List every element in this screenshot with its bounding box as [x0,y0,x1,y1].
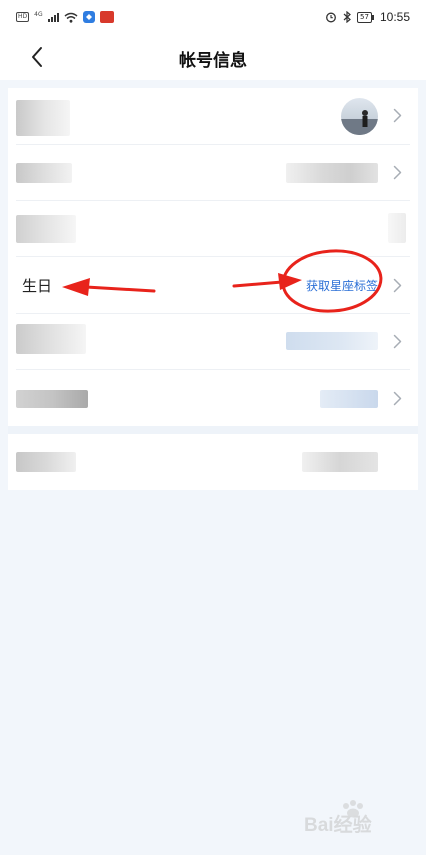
status-bar: HD 4G 57 10:55 [0,0,426,34]
wifi-icon [64,12,78,23]
list-item[interactable] [8,370,418,426]
list-item-birthday[interactable]: 生日 获取星座标签 [8,257,418,313]
list-item[interactable] [8,434,418,490]
blurred-value [286,163,378,183]
page-title: 帐号信息 [179,51,247,71]
status-left-icons: HD 4G [16,9,114,25]
account-info-list: 生日 获取星座标签 [8,88,418,490]
blurred-label [16,215,76,243]
blurred-label [16,100,70,136]
status-time: 10:55 [379,10,410,24]
blurred-label [16,452,76,472]
signal-icon [47,12,59,22]
watermark-text: Bai经验 [304,813,373,836]
blurred-value [286,332,378,350]
app-notification-icon-red [99,11,114,23]
list-item[interactable] [8,145,418,200]
hd-badge: HD [16,12,30,22]
blurred-label [16,390,88,408]
battery-icon: 57 [357,11,374,23]
birthday-label: 生日 [22,277,53,295]
chevron-right-icon [393,334,402,349]
chevron-right-icon [393,391,402,406]
blurred-label [16,163,72,183]
battery-level: 57 [357,11,372,23]
bluetooth-icon [343,11,351,23]
list-item-avatar[interactable] [8,88,418,144]
status-right-icons: 57 10:55 [325,9,410,25]
app-notification-icon [82,11,95,23]
avatar [341,98,378,135]
blurred-label [16,324,86,354]
blurred-value [320,390,378,408]
get-constellation-link[interactable]: 获取星座标签 [306,277,378,294]
top-navigation-bar: 帐号信息 [0,34,426,80]
chevron-right-icon [393,165,402,180]
baidu-watermark: Bai经验 [300,798,410,838]
list-item[interactable] [8,201,418,256]
blurred-value [388,213,406,243]
alarm-icon [326,12,336,23]
blurred-value [302,452,378,472]
list-item[interactable] [8,314,418,369]
network-type: 4G [34,10,43,18]
chevron-right-icon [393,108,402,123]
section-gap [8,426,418,434]
chevron-right-icon [393,278,402,293]
